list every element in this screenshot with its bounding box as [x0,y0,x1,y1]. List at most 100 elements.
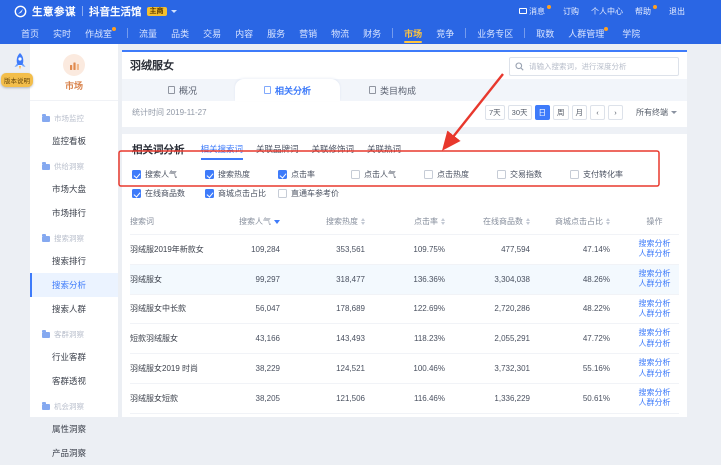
account-link[interactable]: 订购 [563,6,579,17]
crowd-analysis-link[interactable]: 人群分析 [630,339,679,349]
table-row: 网红羽绒服女 ins 潮37,58898,83188.79%2,36645.62… [130,413,679,417]
account-link[interactable]: 消息 [519,6,551,17]
column-label: 点击率 [414,216,438,227]
metric-label: 点击热度 [437,169,469,180]
nav-item[interactable]: 交易 [196,22,228,44]
column-header[interactable]: 在线商品数 [445,216,530,227]
market-module-icon [63,54,85,76]
value-cell: 48.26% [530,275,610,284]
subtab[interactable]: 关联热词 [367,143,401,160]
nav-item[interactable]: 市场 [397,22,429,44]
value-cell: 109,284 [210,245,280,254]
chevron-down-icon[interactable] [171,10,177,16]
search-analysis-link[interactable]: 搜索分析 [630,299,679,309]
action-cell: 搜索分析人群分析 [610,388,679,409]
tab[interactable]: 概况 [130,79,235,101]
crowd-analysis-link[interactable]: 人群分析 [630,398,679,408]
sidebar-item[interactable]: 客群透视 [30,369,118,393]
nav-item[interactable]: 首页 [14,22,46,44]
nav-item[interactable]: 内容 [228,22,260,44]
period-controls: 7天30天日周月 ‹ › 所有终端 [485,105,677,120]
nav-item[interactable]: 竞争 [429,22,461,44]
sidebar-item[interactable]: 属性洞察 [30,417,118,441]
column-header[interactable]: 搜索人气 [210,216,280,227]
nav-item[interactable]: 业务专区 [470,22,520,44]
crowd-analysis-link[interactable]: 人群分析 [630,309,679,319]
period-button[interactable]: 7天 [485,105,505,120]
brand-name: 生意参谋 [32,4,76,19]
period-button[interactable]: 月 [572,105,588,120]
nav-item[interactable]: 品类 [164,22,196,44]
account-link[interactable]: 帮助 [635,6,657,17]
sidebar-item[interactable]: 搜索分析 [30,273,118,297]
crowd-analysis-link[interactable]: 人群分析 [630,249,679,259]
column-header[interactable]: 商城点击占比 [530,216,610,227]
metric-checkbox[interactable]: 在线商品数 [132,188,205,199]
nav-item[interactable]: 物流 [324,22,356,44]
search-input[interactable] [527,61,673,72]
sidebar-item[interactable]: 搜索人群 [30,297,118,321]
metric-checkbox[interactable]: 交易指数 [497,169,570,180]
value-cell: 55.16% [530,364,610,373]
sidebar-item[interactable]: 行业客群 [30,345,118,369]
tab[interactable]: 类目构成 [340,79,445,101]
search-analysis-link[interactable]: 搜索分析 [630,328,679,338]
brand-divider [82,6,83,16]
sidebar-item[interactable]: 市场大盘 [30,177,118,201]
account-link-label: 消息 [529,6,545,17]
account-link[interactable]: 个人中心 [591,6,623,17]
period-button[interactable]: 周 [553,105,569,120]
sidebar-item[interactable]: 监控看板 [30,129,118,153]
sidebar-menu: 市场监控监控看板供给洞察市场大盘市场排行搜索洞察搜索排行搜索分析搜索人群客群洞察… [30,105,118,465]
nav-item[interactable]: 人群管理 [561,22,615,44]
metric-checkbox[interactable]: 支付转化率 [570,169,643,180]
value-cell: 178,689 [280,304,365,313]
section-head: 相关词分析 相关搜索词关联品牌词关联修饰词关联热词 [130,134,679,160]
crowd-analysis-link[interactable]: 人群分析 [630,279,679,289]
period-button[interactable]: 30天 [508,105,532,120]
nav-item[interactable]: 学院 [615,22,647,44]
nav-item-label: 竞争 [436,27,454,40]
action-cell: 搜索分析人群分析 [610,269,679,290]
prev-arrow-button[interactable]: ‹ [590,105,605,120]
tab[interactable]: 相关分析 [235,79,340,101]
sidebar: 市场 市场监控监控看板供给洞察市场大盘市场排行搜索洞察搜索排行搜索分析搜索人群客… [30,44,118,417]
search-analysis-link[interactable]: 搜索分析 [630,239,679,249]
metric-checkbox[interactable]: 搜索热度 [205,169,278,180]
column-header[interactable]: 点击率 [365,216,445,227]
column-header[interactable]: 搜索热度 [280,216,365,227]
keyword-cell: 羽绒服女 [130,274,210,285]
nav-item[interactable]: 服务 [260,22,292,44]
next-arrow-button[interactable]: › [608,105,623,120]
nav-item[interactable]: 实时 [46,22,78,44]
search-analysis-link[interactable]: 搜索分析 [630,358,679,368]
search-analysis-link[interactable]: 搜索分析 [630,388,679,398]
metric-checkbox[interactable]: 点击热度 [424,169,497,180]
nav-item[interactable]: 取数 [529,22,561,44]
nav-item[interactable]: 营销 [292,22,324,44]
metric-label: 交易指数 [510,169,542,180]
nav-item[interactable]: 流量 [132,22,164,44]
period-button[interactable]: 日 [535,105,551,120]
search-analysis-link[interactable]: 搜索分析 [630,269,679,279]
metric-checkbox[interactable]: 商城点击占比 [205,188,278,199]
metric-checkbox[interactable]: 点击人气 [351,169,424,180]
metric-checkbox[interactable]: 搜索人气 [132,169,205,180]
nav-item[interactable]: 财务 [356,22,388,44]
subtab[interactable]: 相关搜索词 [201,143,244,160]
sidebar-item[interactable]: 市场排行 [30,201,118,225]
value-cell: 2,055,291 [445,334,530,343]
metric-checkbox[interactable]: 直通车参考价 [278,188,351,199]
subtab[interactable]: 关联修饰词 [312,143,355,160]
sidebar-item[interactable]: 搜索排行 [30,249,118,273]
account-link[interactable]: 退出 [669,6,685,17]
left-gutter: 版本说明 [0,44,30,417]
sidebar-item[interactable]: 产品洞察 [30,441,118,465]
metric-checkbox[interactable]: 点击率 [278,169,351,180]
subtab[interactable]: 关联品牌词 [256,143,299,160]
nav-item[interactable]: 作战室 [78,22,123,44]
nav-item-label: 首页 [21,27,39,40]
crowd-analysis-link[interactable]: 人群分析 [630,369,679,379]
version-notes-badge[interactable]: 版本说明 [1,73,33,87]
terminal-dropdown[interactable]: 所有终端 [636,107,677,118]
